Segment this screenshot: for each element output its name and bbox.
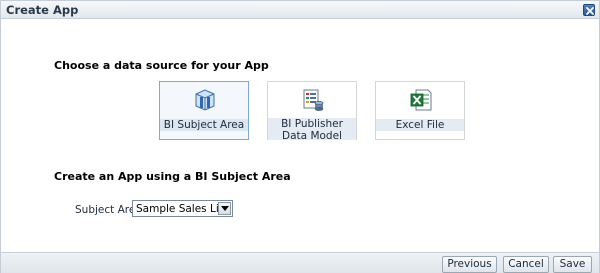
dialog-title: Create App <box>6 3 79 17</box>
source-label-excel-file: Excel File <box>376 119 464 131</box>
dropdown-button[interactable] <box>218 202 231 215</box>
subject-area-heading: Create an App using a BI Subject Area <box>54 170 291 183</box>
create-app-dialog: Create App Choose a data source for your… <box>0 0 600 273</box>
subject-area-select[interactable]: Sample Sales Lite <box>132 200 233 217</box>
source-card-bi-publisher-data-model[interactable]: BI Publisher Data Model <box>267 81 357 142</box>
chevron-down-icon <box>221 206 229 211</box>
close-button[interactable] <box>583 4 595 16</box>
excel-file-icon <box>410 89 432 111</box>
dialog-titlebar: Create App <box>1 1 599 19</box>
subject-area-cube-icon <box>195 89 215 111</box>
close-icon <box>586 7 594 15</box>
subject-area-value: Sample Sales Lite <box>136 203 230 215</box>
cancel-button[interactable]: Cancel <box>503 256 549 273</box>
data-source-heading: Choose a data source for your App <box>54 59 269 72</box>
previous-button[interactable]: Previous <box>442 256 497 273</box>
source-label-bi-subject-area: BI Subject Area <box>160 119 248 131</box>
source-card-bi-subject-area[interactable]: BI Subject Area <box>159 81 249 140</box>
save-button[interactable]: Save <box>553 256 592 273</box>
dialog-footer: Previous Cancel Save <box>1 252 599 273</box>
source-card-excel-file[interactable]: Excel File <box>375 81 465 140</box>
data-model-icon <box>303 89 324 111</box>
source-label-bi-publisher-data-model: BI Publisher Data Model <box>268 118 356 142</box>
